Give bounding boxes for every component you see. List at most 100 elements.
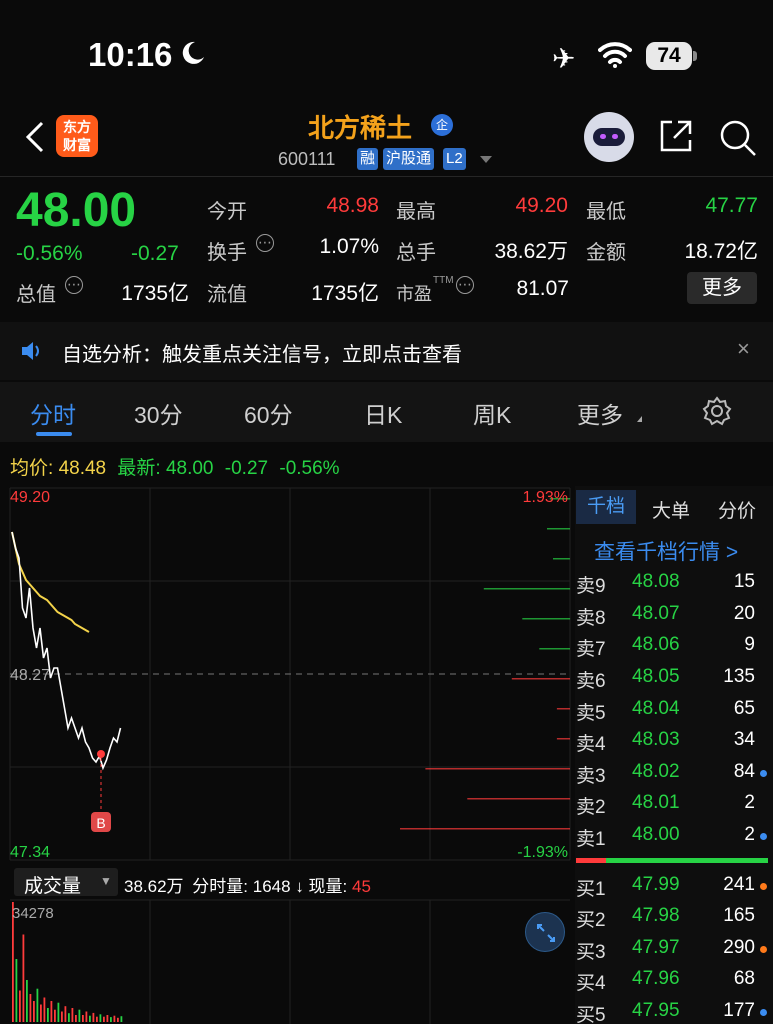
mktcap-label: 总值 [16,284,56,306]
order-flag-dot [760,883,767,890]
level-volume: 290 [723,937,755,958]
turnover-value: 1.07% [319,235,379,258]
bid-row[interactable]: 买4 47.96 68 [576,968,773,999]
volume-bar [57,1002,60,1022]
level-label: 买2 [576,910,606,931]
close-icon[interactable]: × [737,336,750,362]
y-top-pct: 1.93% [523,489,568,506]
more-info-icon[interactable]: ⋯ [456,276,474,294]
latest-change: -0.27 [224,458,269,479]
enterprise-badge: 企 [431,114,453,136]
fullscreen-button[interactable] [525,912,565,952]
open-value: 48.98 [326,194,379,217]
chevron-down-icon: ▼ [100,874,112,888]
intraday-chart[interactable]: 49.20 48.27 47.34 1.93% -1.93% B 34278 [0,484,575,1024]
volume-bar [68,1013,70,1022]
level-label: 卖6 [576,671,606,692]
expand-icon [537,924,555,942]
l2-tag: L2 [443,148,466,170]
connect-tag: 沪股通 [383,148,435,170]
volume-bar [50,1001,53,1022]
ob-tab-bigorder[interactable]: 大单 [652,496,690,523]
more-info-icon[interactable]: ⋯ [256,234,274,252]
avg-value: 48.48 [58,458,107,479]
volume-bar [75,1015,77,1022]
depth-bar [425,768,570,770]
settings-gear-icon[interactable] [702,396,732,426]
ask-row[interactable]: 卖5 48.04 65 [576,698,773,729]
tab-intraday[interactable]: 分时 [30,396,76,430]
level-label: 卖5 [576,703,606,724]
y-mid-label: 48.27 [10,667,50,684]
moon-icon [182,41,204,64]
ask-row[interactable]: 卖8 48.07 20 [576,603,773,634]
battery-indicator: 74 [646,42,692,70]
volume-bar [22,934,25,1022]
assistant-avatar[interactable] [584,112,634,162]
ask-row[interactable]: 卖7 48.06 9 [576,634,773,665]
high-label: 最高 [396,201,436,223]
more-button[interactable]: 更多 [687,272,757,304]
level-label: 卖3 [576,766,606,787]
level-price: 48.03 [632,729,680,750]
bid-row[interactable]: 买1 47.99 241 [576,874,773,905]
level-volume: 20 [733,603,755,624]
volume-bar [92,1012,95,1022]
search-icon[interactable] [718,118,758,158]
y-bottom-label: 47.34 [10,844,50,861]
volume-bar [64,1006,67,1022]
battery-nub [693,51,697,61]
wifi-icon [598,42,632,68]
tab-more[interactable]: 更多 [577,396,623,430]
indicator-select[interactable]: 成交量 ▼ [14,868,118,897]
bid-row[interactable]: 买3 47.97 290 [576,937,773,968]
volume-bar [89,1015,91,1022]
pe-label: 市盈 [396,284,432,304]
low-label: 最低 [586,201,626,223]
buy-ratio-bar [576,858,606,863]
level-label: 卖1 [576,829,606,850]
level-volume: 9 [744,634,755,655]
tab-60min[interactable]: 60分 [244,396,293,430]
ask-row[interactable]: 卖9 48.08 15 [576,571,773,602]
level-label: 买3 [576,942,606,963]
view-depth-link[interactable]: 查看千档行情 > [594,536,738,566]
analysis-banner[interactable]: 自选分析：触发重点关注信号，立即点击查看 × [0,322,773,380]
ask-row[interactable]: 卖2 48.01 2 [576,792,773,823]
tab-weekly-k[interactable]: 周K [473,396,511,430]
depth-bar [467,798,571,800]
depth-bar [400,828,570,830]
level-volume: 177 [723,1000,755,1021]
back-arrow-icon[interactable] [24,120,46,154]
tab-30min[interactable]: 30分 [134,396,183,430]
tab-daily-k[interactable]: 日K [364,396,402,430]
level-volume: 241 [723,874,755,895]
bid-row[interactable]: 买5 47.95 177 [576,1000,773,1024]
depth-bar [556,738,570,740]
level-price: 47.99 [632,874,680,895]
ob-tab-depth[interactable]: 千档 [576,490,636,524]
ob-tab-price[interactable]: 分价 [718,496,756,523]
level-volume: 2 [744,792,755,813]
ask-row[interactable]: 卖4 48.03 34 [576,729,773,760]
level-price: 47.97 [632,937,680,958]
volume-bar [96,1016,98,1022]
volume-bar [29,994,32,1022]
level-label: 卖2 [576,797,606,818]
bid-row[interactable]: 买2 47.98 165 [576,905,773,936]
y-top-label: 49.20 [10,489,50,506]
chevron-down-icon[interactable] [480,156,492,163]
ask-row[interactable]: 卖6 48.05 135 [576,666,773,697]
level-price: 48.08 [632,571,680,592]
depth-bars [400,498,571,830]
ask-row[interactable]: 卖3 48.02 84 [576,761,773,792]
volume-bar [26,980,28,1022]
level-label: 买5 [576,1005,606,1024]
level-price: 47.95 [632,1000,680,1021]
more-info-icon[interactable]: ⋯ [65,276,83,294]
ask-row[interactable]: 卖1 48.00 2 [576,824,773,855]
depth-bar [556,708,570,710]
share-icon[interactable] [658,118,694,154]
level-volume: 15 [733,571,755,592]
margin-tag: 融 [357,148,379,170]
